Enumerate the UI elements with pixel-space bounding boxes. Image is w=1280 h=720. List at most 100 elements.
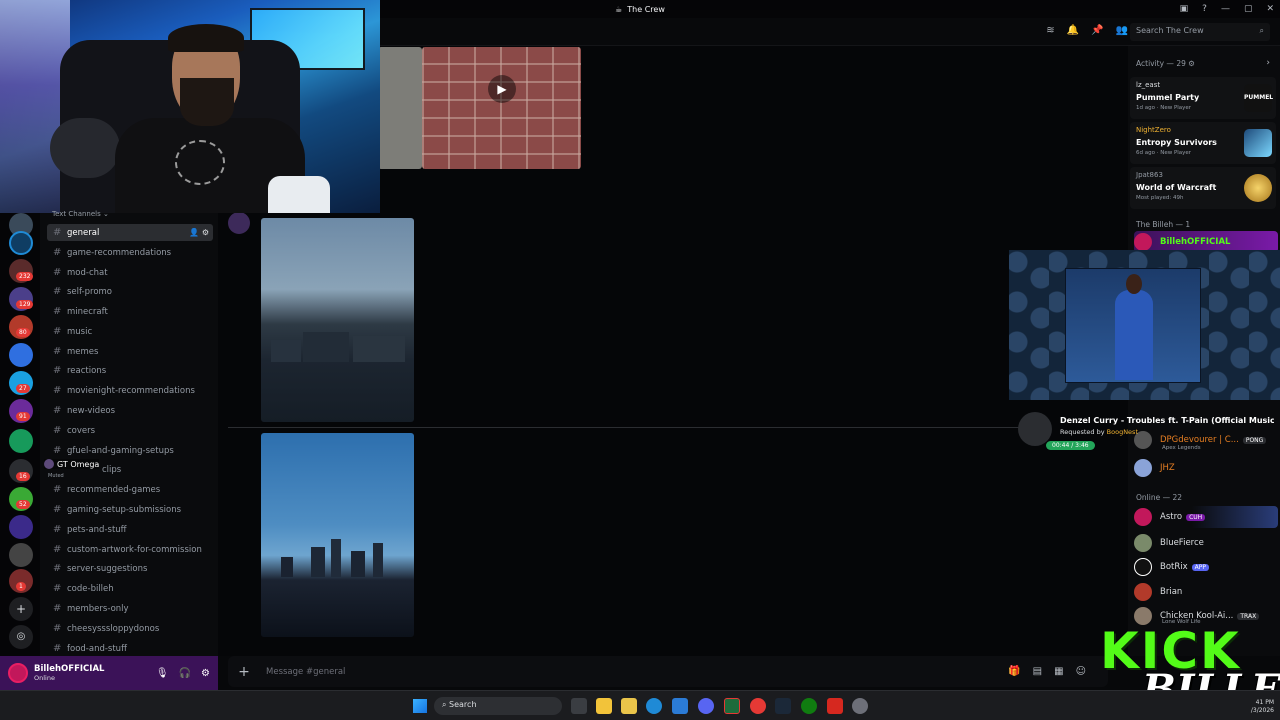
channel-item[interactable]: # self-promo <box>47 283 213 300</box>
add-attachment-icon[interactable]: + <box>234 664 254 680</box>
message-input[interactable]: Message #general <box>266 667 345 677</box>
help-icon[interactable]: ? <box>1202 4 1207 14</box>
channel-item[interactable]: # mod-chat <box>47 264 213 281</box>
gear-icon[interactable]: ⚙ <box>201 668 210 679</box>
channel-item[interactable]: # recommended-games <box>47 481 213 498</box>
notes-icon[interactable] <box>621 698 637 714</box>
channel-item[interactable]: # minecraft <box>47 303 213 320</box>
discord-icon[interactable] <box>698 698 714 714</box>
chrome-icon[interactable] <box>750 698 766 714</box>
members-icon[interactable]: 👥 <box>1116 25 1128 36</box>
channel-item[interactable]: # food-and-stuff <box>47 640 213 657</box>
member-item[interactable]: Astro CUH <box>1134 506 1278 528</box>
activity-card[interactable]: NightZero Entropy Survivors 6d ago · New… <box>1130 122 1276 164</box>
hash-icon: # <box>53 365 62 376</box>
image-attachment-skyline-night[interactable] <box>261 433 414 637</box>
avatar[interactable] <box>228 212 250 234</box>
channel-item[interactable]: # movienight-recommendations <box>47 382 213 399</box>
user-controls: 🎙 🎧 ⚙ <box>156 668 210 679</box>
minimize-button[interactable]: — <box>1221 4 1230 14</box>
task-view-icon[interactable] <box>571 698 587 714</box>
activity-card[interactable]: Jpat863 World of Warcraft Most played: 4… <box>1130 167 1276 209</box>
channel-general[interactable]: # general 👤 ⚙ <box>47 224 213 241</box>
bell-icon[interactable]: 🔔 <box>1067 25 1079 36</box>
channel-item[interactable]: # memes <box>47 343 213 360</box>
search-input[interactable]: Search The Crew ⌕ <box>1130 23 1270 41</box>
channel-item[interactable]: # covers <box>47 422 213 439</box>
add-server-icon[interactable]: + <box>9 597 33 621</box>
play-icon[interactable]: ▶ <box>488 75 516 103</box>
hash-icon: # <box>53 405 62 416</box>
unread-badge: 91 <box>16 412 30 421</box>
edge-icon[interactable] <box>646 698 662 714</box>
threads-icon[interactable]: ≋ <box>1046 25 1054 36</box>
activity-header[interactable]: Activity — 29 ⚙ <box>1136 59 1195 68</box>
headphones-icon[interactable]: 🎧 <box>179 668 191 679</box>
microphone-icon[interactable]: 🎙 <box>156 668 169 679</box>
channel-item[interactable]: # cheesysssloppydonos <box>47 620 213 637</box>
settings-icon[interactable] <box>852 698 868 714</box>
hash-icon: # <box>53 583 62 594</box>
server-icon[interactable] <box>9 543 33 567</box>
taskbar-clock[interactable]: 41 PM /3/2026 <box>1251 699 1274 715</box>
window-title: ☕ The Crew <box>615 4 665 14</box>
windows-start-icon[interactable] <box>413 699 427 713</box>
channel-item[interactable]: # gfuel-and-gaming-setups <box>47 442 213 459</box>
pin-icon[interactable]: 📌 <box>1091 25 1103 36</box>
channel-item[interactable]: # reactions <box>47 362 213 379</box>
channel-item[interactable]: # new-videos <box>47 402 213 419</box>
activity-card[interactable]: lz_east Pummel Party 1d ago · New Player… <box>1130 77 1276 129</box>
server-icon[interactable] <box>9 429 33 453</box>
channel-item[interactable]: # custom-artwork-for-commission <box>47 541 213 558</box>
new-messages-divider <box>228 427 1028 428</box>
message-composer[interactable]: + Message #general 🎁 ▤ ▦ ☺ <box>228 656 1108 687</box>
app-icon[interactable] <box>827 698 843 714</box>
channel-item[interactable]: # code-billeh <box>47 580 213 597</box>
mail-icon[interactable] <box>672 698 688 714</box>
online-header: Online — 22 <box>1136 493 1183 502</box>
channel-item[interactable]: # pets-and-stuff <box>47 521 213 538</box>
gif-icon[interactable]: ▤ <box>1033 666 1042 677</box>
channel-item[interactable]: # server-suggestions <box>47 560 213 577</box>
voice-overlay-user: GT Omega Muted <box>44 459 100 479</box>
close-button[interactable]: ✕ <box>1266 4 1274 14</box>
xbox-icon[interactable] <box>801 698 817 714</box>
sticker-icon[interactable]: ▦ <box>1054 666 1063 677</box>
member-item[interactable]: JHZ <box>1134 457 1278 479</box>
server-rail: 232 129 80 27 91 16 52 1 + ◎ <box>0 213 40 660</box>
channel-list: Text Channels ⌄ # general 👤 ⚙ # game-recomm… <box>40 210 218 660</box>
video-attachment[interactable]: ▶ <box>422 47 581 169</box>
toolbar-icons: ≋ 🔔 📌 👥 <box>1046 25 1128 36</box>
server-icon[interactable] <box>9 343 33 367</box>
file-explorer-icon[interactable] <box>596 698 612 714</box>
taskbar-search[interactable]: ⌕ Search <box>434 697 562 715</box>
member-item[interactable]: BlueFierce <box>1134 532 1278 554</box>
maximize-button[interactable]: ▢ <box>1244 4 1253 14</box>
hash-icon: # <box>53 286 62 297</box>
chevron-right-icon[interactable]: › <box>1266 58 1270 68</box>
member-item[interactable]: BotRix APP <box>1134 556 1278 578</box>
hash-icon: # <box>53 603 62 614</box>
excel-icon[interactable] <box>724 698 740 714</box>
channel-settings-icons[interactable]: 👤 ⚙ <box>189 228 209 237</box>
emoji-icon[interactable]: ☺ <box>1076 666 1086 677</box>
member-item[interactable]: Brian <box>1134 581 1278 603</box>
steam-icon[interactable] <box>775 698 791 714</box>
avatar <box>1134 459 1152 477</box>
channel-item[interactable]: # gaming-setup-submissions <box>47 501 213 518</box>
server-icon[interactable] <box>9 231 33 255</box>
category-header[interactable]: Text Channels ⌄ <box>52 210 109 218</box>
hash-icon: # <box>53 425 62 436</box>
channel-item[interactable]: # members-only <box>47 600 213 617</box>
server-icon[interactable] <box>9 515 33 539</box>
explore-icon[interactable]: ◎ <box>9 625 33 649</box>
unread-badge: 52 <box>16 500 30 509</box>
image-attachment-marina-dusk[interactable] <box>261 218 414 422</box>
channel-item[interactable]: # music <box>47 323 213 340</box>
now-playing-overlay: Denzel Curry - Troubles ft. T-Pain (Offi… <box>1016 408 1276 454</box>
channel-item[interactable]: # game-recommendations <box>47 244 213 261</box>
unread-badge: 1 <box>16 582 26 591</box>
inbox-icon[interactable]: ▣ <box>1180 4 1189 14</box>
gift-icon[interactable]: 🎁 <box>1008 666 1020 677</box>
avatar[interactable] <box>8 663 28 683</box>
